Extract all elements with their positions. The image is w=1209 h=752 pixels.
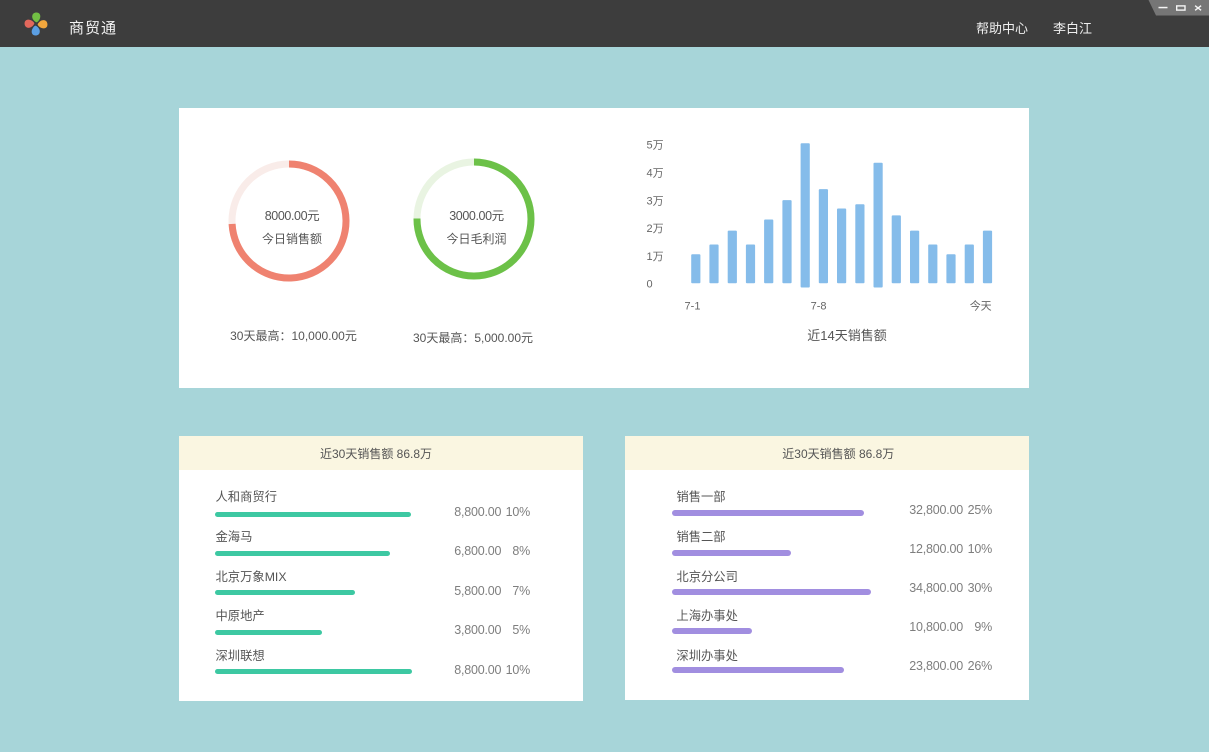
svg-text:5万: 5万 <box>647 139 664 151</box>
svg-text:7-1: 7-1 <box>685 301 701 313</box>
svg-text:4万: 4万 <box>647 167 664 179</box>
svg-text:2万: 2万 <box>647 223 664 235</box>
svg-text:3万: 3万 <box>647 196 664 208</box>
svg-text:7-8: 7-8 <box>811 301 827 313</box>
svg-text:0: 0 <box>647 279 653 291</box>
svg-text:1万: 1万 <box>647 251 664 263</box>
svg-text:今天: 今天 <box>970 299 992 313</box>
